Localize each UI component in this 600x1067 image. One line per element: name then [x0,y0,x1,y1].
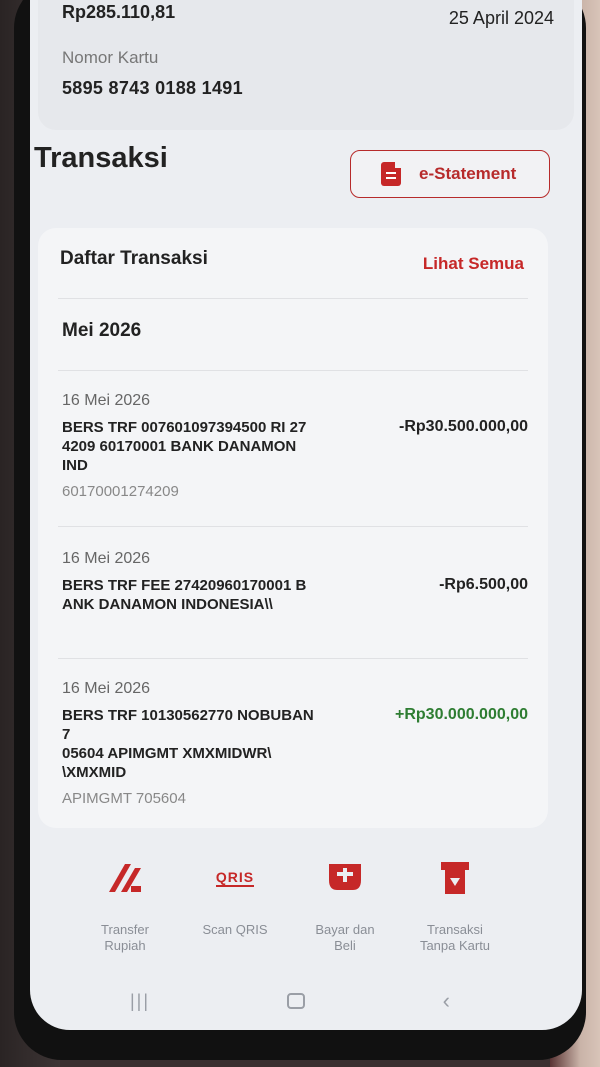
page-title: Transaksi [34,142,168,174]
recent-apps-icon[interactable]: ||| [130,991,150,1012]
transaction-description: BERS TRF FEE 27420960170001 B ANK DANAMO… [62,577,307,613]
app-screen: Rp285.110,81 25 April 2024 Nomor Kartu 5… [30,0,582,1030]
account-balance: Rp285.110,81 [62,2,176,22]
transaction-date: 16 Mei 2026 [62,680,151,697]
quick-menu: Transfer Rupiah QRIS Scan QRIS Bayar dan… [70,858,510,954]
cardless-icon [435,858,475,898]
system-navbar: ||| ‹ [130,988,450,1014]
transaction-reference: APIMGMT 705604 [62,790,186,807]
transaction-date: 16 Mei 2026 [62,392,151,409]
transactions-card: Daftar Transaksi Lihat Semua Mei 2026 16… [38,228,548,828]
quick-menu-transfer[interactable]: Transfer Rupiah [70,858,180,954]
transaction-amount: +Rp30.000.000,00 [395,706,528,723]
home-icon[interactable] [287,993,306,1009]
transfer-icon [105,858,145,898]
account-card[interactable]: Rp285.110,81 25 April 2024 Nomor Kartu 5… [38,0,574,130]
bill-icon [325,858,365,898]
transaction-description: BERS TRF 10130562770 NOBUBAN 7 05604 API… [62,707,314,781]
qris-logo-text: QRIS [215,869,255,887]
account-date: 25 April 2024 [448,8,554,28]
e-statement-button[interactable]: e-Statement [350,150,550,198]
divider [58,298,528,299]
card-number: 5895 8743 0188 1491 [62,78,243,98]
divider [58,370,528,371]
transaction-date: 16 Mei 2026 [62,550,151,567]
transaction-amount: -Rp6.500,00 [439,576,528,593]
quick-menu-label: Bayar dan Beli [315,922,375,953]
quick-menu-cardless[interactable]: Transaksi Tanpa Kartu [400,858,510,954]
divider [58,526,528,527]
transaction-description: BERS TRF 007601097394500 RI 27 4209 6017… [62,419,307,474]
transaction-item[interactable]: 16 Mei 2026 BERS TRF 007601097394500 RI … [62,392,528,500]
document-icon [381,162,401,186]
transaction-reference: 60170001274209 [62,483,179,500]
e-statement-label: e-Statement [419,164,517,183]
transaction-item[interactable]: 16 Mei 2026 BERS TRF FEE 27420960170001 … [62,550,528,614]
card-number-label: Nomor Kartu [62,48,159,67]
divider [58,658,528,659]
quick-menu-scan-qris[interactable]: QRIS Scan QRIS [180,858,290,954]
quick-menu-label: Scan QRIS [202,922,268,937]
qris-icon: QRIS [215,858,255,898]
transaction-item[interactable]: 16 Mei 2026 BERS TRF 10130562770 NOBUBAN… [62,680,528,807]
quick-menu-label: Transfer Rupiah [101,922,149,953]
quick-menu-label: Transaksi Tanpa Kartu [419,922,491,953]
transaction-amount: -Rp30.500.000,00 [399,418,528,435]
quick-menu-pay-buy[interactable]: Bayar dan Beli [290,858,400,954]
transactions-header: Daftar Transaksi [60,248,208,269]
see-all-link[interactable]: Lihat Semua [423,254,524,274]
back-icon[interactable]: ‹ [443,988,450,1014]
month-header: Mei 2026 [62,320,142,341]
